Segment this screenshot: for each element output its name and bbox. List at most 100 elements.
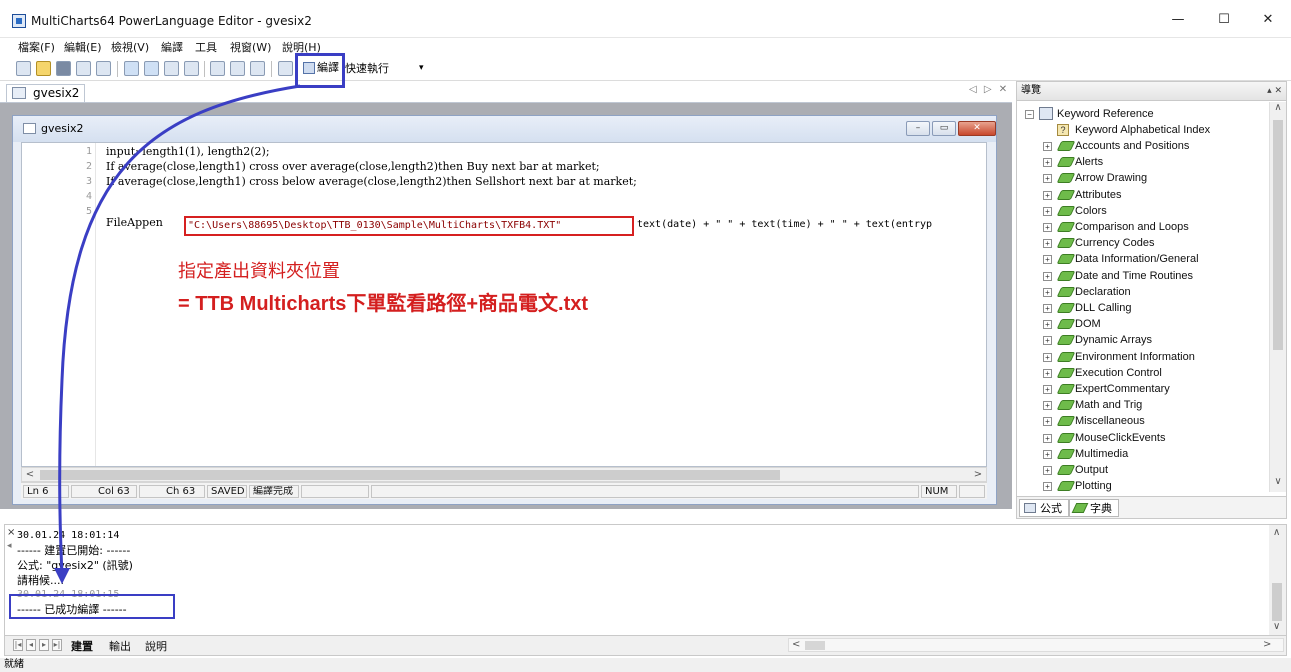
expand-icon[interactable]: +: [1043, 206, 1052, 216]
tab-help[interactable]: 說明: [145, 638, 167, 654]
output-path-string[interactable]: "C:\Users\88695\Desktop\TTB_0130\Sample\…: [184, 216, 634, 236]
scroll-thumb[interactable]: [40, 470, 780, 480]
expand-icon[interactable]: +: [1043, 271, 1052, 281]
scroll-left-icon[interactable]: <: [22, 468, 38, 481]
tab-nav-controls[interactable]: ◁ ▷ ✕: [969, 84, 1009, 95]
tab-dictionary[interactable]: 字典: [1069, 499, 1119, 517]
window-cascade-icon[interactable]: [210, 61, 225, 76]
window-tile-horizontal-icon[interactable]: [230, 61, 245, 76]
scroll-right-icon[interactable]: >: [1263, 639, 1271, 650]
tree-node-label: Comparison and Loops: [1075, 221, 1189, 233]
collapse-icon[interactable]: −: [1025, 110, 1034, 119]
open-folder-icon[interactable]: [36, 61, 51, 76]
expand-icon[interactable]: +: [1043, 336, 1052, 346]
tab-build[interactable]: 建置: [71, 638, 93, 654]
expand-icon[interactable]: +: [1043, 368, 1052, 378]
panel-pin-close-icon[interactable]: ▴ ✕: [1267, 82, 1282, 100]
code-line-5[interactable]: FileAppen: [106, 216, 163, 229]
scroll-left-icon[interactable]: <: [792, 639, 800, 650]
keyword-category-icon: [1056, 270, 1076, 281]
next-tab-icon[interactable]: ▸: [39, 639, 49, 651]
code-editor[interactable]: 1 2 3 4 5 input: length1(1), length2(2);…: [21, 142, 987, 467]
find-icon[interactable]: [164, 61, 179, 76]
tree-node-label: DLL Calling: [1075, 302, 1132, 314]
toolbar: 編譯 快速執行 ▾: [0, 56, 1291, 81]
verify-icon[interactable]: [278, 61, 293, 76]
expand-icon[interactable]: +: [1043, 304, 1052, 313]
prev-tab-icon[interactable]: ◂: [26, 639, 36, 651]
minimize-button[interactable]: —: [1155, 10, 1201, 32]
expand-icon[interactable]: +: [1043, 482, 1052, 492]
child-window-titlebar[interactable]: gvesix2 – ▭ ✕: [13, 116, 996, 142]
menu-file[interactable]: 檔案(F): [18, 39, 55, 55]
expand-icon[interactable]: +: [1043, 320, 1052, 330]
study-icon: [12, 87, 26, 99]
expand-icon[interactable]: +: [1043, 174, 1052, 184]
tree-vertical-scrollbar[interactable]: ∧ ∨: [1269, 102, 1286, 492]
line-number: 1: [85, 146, 92, 157]
undo-icon[interactable]: [124, 61, 139, 76]
status-col: Col 63: [71, 485, 137, 498]
expand-icon[interactable]: +: [1043, 401, 1052, 411]
tab-gvesix2[interactable]: gvesix2: [6, 84, 85, 102]
keyword-category-icon: [1056, 351, 1076, 362]
expand-icon[interactable]: +: [1043, 142, 1052, 151]
expand-icon[interactable]: +: [1043, 417, 1052, 427]
keyword-category-icon: [1056, 141, 1076, 151]
expand-icon[interactable]: +: [1043, 239, 1052, 249]
tab-output[interactable]: 輸出: [109, 638, 131, 654]
expand-icon[interactable]: +: [1043, 190, 1052, 200]
scroll-thumb[interactable]: [805, 641, 825, 650]
editor-horizontal-scrollbar[interactable]: < >: [21, 467, 987, 482]
expand-icon[interactable]: +: [1043, 466, 1052, 475]
save-icon[interactable]: [56, 61, 71, 76]
expand-icon[interactable]: +: [1043, 352, 1052, 362]
menu-compile[interactable]: 編譯: [161, 39, 183, 55]
window-title: MultiCharts64 PowerLanguage Editor - gve…: [31, 14, 312, 28]
expand-icon[interactable]: +: [1043, 433, 1052, 443]
code-line-5-rest[interactable]: text(date) + " " + text(time) + " " + te…: [637, 219, 932, 230]
code-line-2[interactable]: If average(close,length1) cross over ave…: [106, 160, 600, 173]
scroll-thumb[interactable]: [1272, 583, 1282, 621]
first-tab-icon[interactable]: |◂: [13, 639, 23, 651]
tab-formulas[interactable]: 公式: [1019, 499, 1069, 517]
child-minimize-button[interactable]: –: [906, 121, 930, 136]
maximize-button[interactable]: ☐: [1201, 10, 1247, 32]
expand-icon[interactable]: +: [1043, 449, 1052, 459]
menu-edit[interactable]: 編輯(E): [64, 39, 102, 55]
expand-icon[interactable]: +: [1043, 287, 1052, 297]
expand-icon[interactable]: +: [1043, 223, 1052, 232]
window-tile-vertical-icon[interactable]: [250, 61, 265, 76]
code-line-1[interactable]: input: length1(1), length2(2);: [106, 145, 270, 158]
keyword-category-icon: [1056, 205, 1076, 216]
tree-node-label: Accounts and Positions: [1075, 140, 1190, 152]
new-file-icon[interactable]: [16, 61, 31, 76]
scroll-down-icon[interactable]: ∨: [1270, 476, 1286, 490]
scroll-up-icon[interactable]: ∧: [1273, 527, 1280, 538]
menu-view[interactable]: 檢視(V): [111, 39, 149, 55]
child-close-button[interactable]: ✕: [958, 121, 996, 136]
menu-window[interactable]: 視窗(W): [230, 39, 271, 55]
expand-icon[interactable]: +: [1043, 255, 1052, 265]
print-preview-icon[interactable]: [96, 61, 111, 76]
output-vertical-scrollbar[interactable]: ∧ ∨: [1269, 525, 1286, 635]
scroll-right-icon[interactable]: >: [970, 468, 986, 481]
quick-run-dropdown[interactable]: 快速執行 ▾: [345, 61, 428, 77]
redo-icon[interactable]: [144, 61, 159, 76]
child-restore-button[interactable]: ▭: [932, 121, 956, 136]
scroll-down-icon[interactable]: ∨: [1273, 621, 1280, 632]
expand-icon[interactable]: +: [1043, 385, 1052, 394]
line-number: 3: [85, 176, 92, 187]
scroll-thumb[interactable]: [1273, 120, 1283, 350]
replace-icon[interactable]: [184, 61, 199, 76]
code-line-3[interactable]: If average(close,length1) cross below av…: [106, 175, 637, 188]
scroll-up-icon[interactable]: ∧: [1270, 102, 1286, 116]
output-horizontal-scrollbar[interactable]: < >: [788, 638, 1284, 652]
print-icon[interactable]: [76, 61, 91, 76]
last-tab-icon[interactable]: ▸|: [52, 639, 62, 651]
close-button[interactable]: ✕: [1245, 10, 1291, 32]
menu-tools[interactable]: 工具: [195, 39, 217, 55]
output-close-icon[interactable]: ×: [7, 527, 15, 538]
output-side-marker: ◂: [7, 541, 12, 551]
expand-icon[interactable]: +: [1043, 158, 1052, 168]
